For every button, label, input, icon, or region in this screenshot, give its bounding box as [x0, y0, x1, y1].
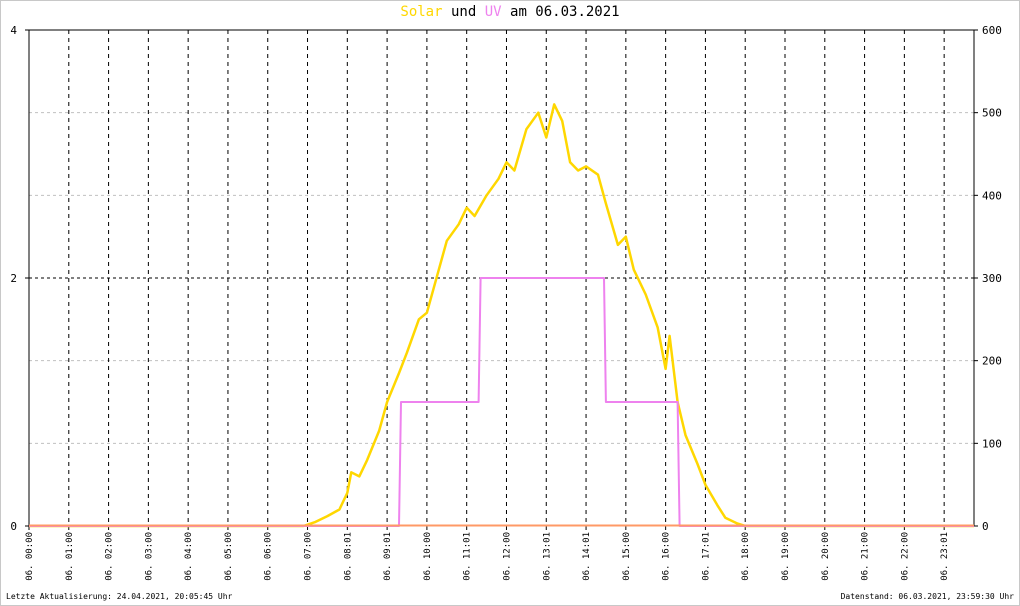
y-right-tick-label-4: 400 [982, 189, 1002, 202]
x-tick-label-15: 06. 15:00 [622, 532, 632, 581]
y-right-tick-label-6: 600 [982, 24, 1002, 37]
y-right-tick-label-1: 100 [982, 437, 1002, 450]
x-tick-label-16: 06. 16:00 [662, 532, 672, 581]
x-tick-label-13: 06. 13:01 [542, 532, 552, 581]
x-tick-label-6: 06. 06:00 [264, 532, 274, 581]
x-tick-label-11: 06. 11:01 [463, 532, 473, 581]
x-tick-label-18: 06. 18:00 [741, 532, 751, 581]
x-tick-label-19: 06. 19:00 [781, 532, 791, 581]
footer-last-update: Letzte Aktualisierung: 24.04.2021, 20:05… [6, 592, 233, 601]
x-tick-label-4: 06. 04:00 [184, 532, 194, 581]
x-tick-label-10: 06. 10:00 [423, 532, 433, 581]
x-tick-label-21: 06. 21:00 [861, 532, 871, 581]
x-tick-label-9: 06. 09:01 [383, 532, 393, 581]
y-left-tick-label-0: 0 [10, 520, 17, 533]
solar-uv-chart: 06. 00:00 06. 01:00 06. 02:00 06. 03:00 06. … [10, 24, 1002, 581]
y-right-tick-label-2: 200 [982, 355, 1002, 368]
y-left-tick-label-2: 4 [10, 24, 17, 37]
x-tick-label-12: 06. 12:00 [502, 532, 512, 581]
x-tick-label-20: 06. 20:00 [821, 532, 831, 581]
x-tick-label-14: 06. 14:01 [582, 532, 592, 581]
y-left-tick-label-1: 2 [10, 272, 17, 285]
x-tick-label-0: 06. 00:00 [25, 532, 35, 581]
footer-data-status: Datenstand: 06.03.2021, 23:59:30 Uhr [840, 592, 1014, 601]
x-tick-label-17: 06. 17:01 [701, 532, 711, 581]
x-tick-label-8: 06. 08:01 [343, 532, 353, 581]
x-tick-label-2: 06. 02:00 [105, 532, 115, 581]
x-tick-label-22: 06. 22:00 [900, 532, 910, 581]
series-line-solar [29, 103, 974, 528]
y-right-tick-label-3: 300 [982, 272, 1002, 285]
series-line-uv [29, 277, 974, 527]
y-right-tick-label-0: 0 [982, 520, 989, 533]
y-right-tick-label-5: 500 [982, 107, 1002, 120]
x-tick-label-1: 06. 01:00 [65, 532, 75, 581]
x-tick-label-5: 06. 05:00 [224, 532, 234, 581]
x-tick-label-3: 06. 03:00 [144, 532, 154, 581]
x-tick-label-23: 06. 23:01 [940, 532, 950, 581]
x-tick-label-7: 06. 07:00 [304, 532, 314, 581]
